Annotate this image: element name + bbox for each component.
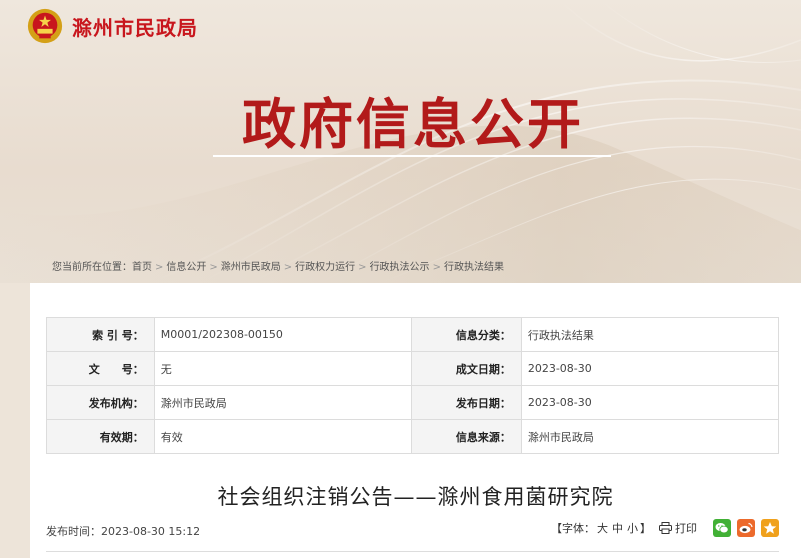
org-label: 发布机构：: [46, 385, 155, 420]
breadcrumb-separator: >: [358, 262, 367, 273]
index-value: M0001/202308-00150: [153, 317, 413, 352]
banner-title: 政府信息公开: [242, 92, 584, 156]
weibo-icon: [739, 522, 753, 534]
validity-label: 有效期：: [46, 419, 155, 454]
banner-underline: [213, 155, 611, 157]
article-title: 社会组织注销公告——滁州食用菌研究院: [217, 485, 614, 509]
divider: [46, 551, 779, 552]
font-small-button[interactable]: 小: [627, 522, 638, 535]
validity-value: 有效: [153, 419, 413, 454]
category-label: 信息分类：: [411, 317, 522, 352]
article-tools: 【字体：大中小】 打印: [551, 519, 779, 537]
info-meta-table: 索 引 号： M0001/202308-00150 信息分类： 行政执法结果 文…: [46, 317, 780, 454]
table-row: 有效期： 有效 信息来源： 滁州市民政局: [46, 419, 780, 454]
published-date-label: 发布日期：: [411, 385, 522, 420]
print-button[interactable]: 打印: [659, 520, 697, 536]
breadcrumb-item-result[interactable]: 行政执法结果: [444, 262, 504, 273]
table-row: 发布机构： 滁州市民政局 发布日期： 2023-08-30: [46, 385, 780, 420]
share-weibo-button[interactable]: [737, 519, 755, 537]
breadcrumb-separator: >: [432, 262, 441, 273]
site-logo[interactable]: 滁州市民政局: [26, 6, 198, 46]
share-wechat-button[interactable]: [713, 519, 731, 537]
breadcrumb: 您当前所在位置：首页 > 信息公开 > 滁州市民政局 > 行政权力运行 > 行政执法公示 > 行政执…: [52, 258, 504, 273]
created-date-label: 成文日期：: [411, 351, 522, 386]
font-size-suffix: 】: [640, 522, 651, 535]
national-emblem-icon: [27, 8, 63, 44]
share-qzone-button[interactable]: [761, 519, 779, 537]
print-label: 打印: [675, 522, 697, 535]
table-row: 文 号： 无 成文日期： 2023-08-30: [46, 351, 780, 386]
breadcrumb-item-info[interactable]: 信息公开: [166, 262, 206, 273]
created-date-value: 2023-08-30: [520, 351, 780, 386]
site-name: 滁州市民政局: [72, 15, 198, 40]
breadcrumb-separator: >: [209, 262, 218, 273]
source-value: 滁州市民政局: [520, 419, 780, 454]
article-panel: 索 引 号： M0001/202308-00150 信息分类： 行政执法结果 文…: [30, 283, 801, 558]
breadcrumb-item-enforcement[interactable]: 行政执法公示: [370, 262, 430, 273]
qzone-star-icon: [763, 522, 777, 534]
header-banner: 滁州市民政局 政府信息公开 您当前所在位置：首页 > 信息公开 > 滁州市民政局 > 行政权…: [0, 0, 801, 283]
font-large-button[interactable]: 大: [597, 522, 608, 535]
source-label: 信息来源：: [411, 419, 522, 454]
breadcrumb-item-home[interactable]: 首页: [132, 262, 152, 273]
publish-time: 发布时间：2023-08-30 15:12: [46, 525, 201, 538]
breadcrumb-separator: >: [283, 262, 293, 273]
table-row: 索 引 号： M0001/202308-00150 信息分类： 行政执法结果: [46, 317, 780, 352]
breadcrumb-item-power[interactable]: 行政权力运行: [295, 262, 355, 273]
font-medium-button[interactable]: 中: [612, 522, 623, 535]
breadcrumb-item-bureau[interactable]: 滁州市民政局: [221, 262, 281, 273]
index-label: 索 引 号：: [46, 317, 155, 352]
doc-no-value: 无: [153, 351, 413, 386]
org-value: 滁州市民政局: [153, 385, 413, 420]
breadcrumb-separator: >: [155, 262, 164, 273]
category-value: 行政执法结果: [520, 317, 780, 352]
font-size-switcher: 【字体：大中小】: [551, 520, 651, 536]
printer-icon: [659, 522, 672, 534]
published-date-value: 2023-08-30: [520, 385, 780, 420]
doc-no-label: 文 号：: [46, 351, 155, 386]
wechat-icon: [715, 523, 729, 534]
font-size-prefix: 【字体：: [551, 522, 595, 535]
breadcrumb-prefix: 您当前所在位置：: [52, 262, 132, 273]
